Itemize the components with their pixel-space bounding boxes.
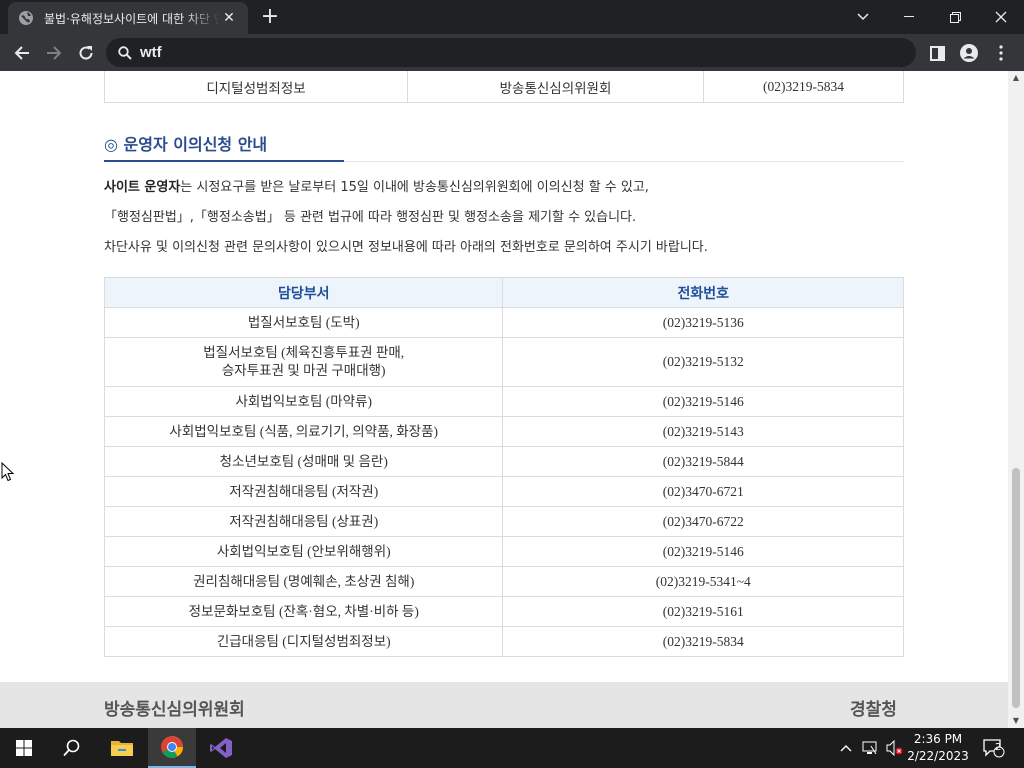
- file-explorer-icon[interactable]: [98, 728, 146, 768]
- windows-start-icon[interactable]: [0, 728, 48, 768]
- top-table-row: 디지털성범죄정보 방송통신심의위원회 (02)3219-5834: [104, 71, 904, 103]
- phone-cell: (02)3219-5146: [502, 536, 904, 567]
- forward-arrow-icon[interactable]: [39, 38, 69, 68]
- table-row: 저작권침해대응팀 (저작권) (02)3470-6721: [103, 476, 904, 507]
- clock-date: 2/22/2023: [907, 749, 969, 763]
- contact-table: 담당부서 전화번호 법질서보호팀 (도박) (02)3219-5136 법질서보…: [103, 277, 904, 657]
- table-row: 사회법익보호팀 (식품, 의료기기, 의약품, 화장품) (02)3219-51…: [103, 416, 904, 447]
- table-row: 긴급대응팀 (디지털성범죄정보) (02)3219-5834: [103, 626, 904, 657]
- dept-cell: 사회법익보호팀 (식품, 의료기기, 의약품, 화장품): [103, 416, 504, 447]
- top-row-agency: 방송통신심의위원회: [408, 71, 704, 102]
- dept-line-1: 법질서보호팀 (체육진흥투표권 판매,: [203, 345, 405, 360]
- top-row-category: 디지털성범죄정보: [105, 71, 408, 102]
- dept-cell: 저작권침해대응팀 (상표권): [103, 506, 504, 537]
- globe-icon: [19, 11, 33, 25]
- header-phone: 전화번호: [502, 277, 904, 308]
- site-operator-label: 사이트 운영자: [104, 180, 181, 195]
- restore-icon[interactable]: [932, 0, 978, 34]
- scroll-up-icon[interactable]: ▲: [1008, 71, 1024, 85]
- visual-studio-icon[interactable]: [197, 728, 245, 768]
- section-title-text: ◎ 운영자 이의신청 안내: [104, 135, 268, 154]
- dept-cell: 청소년보호팀 (성매매 및 음란): [103, 446, 504, 477]
- dept-line-2: 승자투표권 및 마권 구매대행): [221, 363, 386, 378]
- dept-cell: 법질서보호팀 (체육진흥투표권 판매, 승자투표권 및 마권 구매대행): [103, 337, 504, 387]
- window-close-icon[interactable]: [978, 0, 1024, 34]
- phone-cell: (02)3219-5161: [502, 596, 904, 627]
- table-row: 저작권침해대응팀 (상표권) (02)3470-6722: [103, 506, 904, 537]
- notification-count: 2: [995, 742, 1002, 753]
- taskbar-clock[interactable]: 2:36 PM 2/22/2023: [906, 731, 970, 765]
- table-row: 법질서보호팀 (체육진흥투표권 판매, 승자투표권 및 마권 구매대행) (02)…: [103, 337, 904, 387]
- browser-tab[interactable]: 불법·유해정보사이트에 대한 차단 안내 ✕: [8, 2, 248, 34]
- new-tab-button[interactable]: +: [258, 6, 282, 28]
- table-header-row: 담당부서 전화번호: [103, 277, 904, 308]
- minimize-icon[interactable]: [886, 0, 932, 34]
- section-title-underline: [104, 160, 344, 162]
- phone-cell: (02)3219-5844: [502, 446, 904, 477]
- scrollbar-thumb[interactable]: [1012, 468, 1020, 708]
- notification-center-icon[interactable]: 2: [982, 728, 1006, 768]
- network-icon[interactable]: [862, 728, 880, 768]
- footer-agency-right[interactable]: 경찰청: [850, 695, 897, 720]
- footer-agency-left[interactable]: 방송통신심의위원회: [104, 695, 245, 720]
- address-bar[interactable]: [106, 38, 916, 67]
- profile-avatar-icon[interactable]: [954, 38, 984, 68]
- taskbar: 2:36 PM 2/22/2023 2: [0, 728, 1024, 768]
- dept-cell: 권리침해대응팀 (명예훼손, 초상권 침해): [103, 566, 504, 597]
- phone-cell: (02)3219-5341~4: [502, 566, 904, 597]
- menu-kebab-icon[interactable]: [986, 38, 1016, 68]
- phone-cell: (02)3219-5834: [502, 626, 904, 657]
- top-row-phone: (02)3219-5834: [763, 78, 844, 94]
- table-row: 권리침해대응팀 (명예훼손, 초상권 침해) (02)3219-5341~4: [103, 566, 904, 597]
- tab-strip: 불법·유해정보사이트에 대한 차단 안내 ✕ +: [0, 0, 1024, 34]
- dept-cell: 정보문화보호팀 (잔혹·혐오, 차별·비하 등): [103, 596, 504, 627]
- table-row: 정보문화보호팀 (잔혹·혐오, 차별·비하 등) (02)3219-5161: [103, 596, 904, 627]
- taskbar-search-icon[interactable]: [48, 728, 96, 768]
- notice-paragraph-2: 「행정심판법」,「행정소송법」 등 관련 법규에 따라 행정심판 및 행정소송을…: [104, 210, 637, 225]
- notice-paragraph-1-text: 는 시정요구를 받은 날로부터 15일 이내에 방송통신심의위원회에 이의신청 …: [180, 180, 649, 195]
- tab-close-icon[interactable]: ✕: [220, 10, 238, 26]
- phone-cell: (02)3219-5136: [502, 307, 904, 338]
- table-row: 청소년보호팀 (성매매 및 음란) (02)3219-5844: [103, 446, 904, 477]
- header-department: 담당부서: [103, 277, 504, 308]
- section-title: ◎ 운영자 이의신청 안내: [104, 131, 904, 162]
- page-scrollbar[interactable]: ▲ ▼: [1008, 71, 1024, 728]
- notice-paragraph-3: 차단사유 및 이의신청 관련 문의사항이 있으시면 정보내용에 따라 아래의 전…: [104, 240, 708, 255]
- mouse-cursor-icon: [1, 462, 15, 482]
- table-row: 사회법익보호팀 (안보위해행위) (02)3219-5146: [103, 536, 904, 567]
- tray-chevron-up-icon[interactable]: [840, 728, 852, 768]
- phone-cell: (02)3219-5146: [502, 386, 904, 417]
- chrome-taskbar-icon[interactable]: [148, 728, 196, 768]
- tab-search-chevron-icon[interactable]: [840, 0, 886, 34]
- search-icon: [118, 45, 132, 60]
- side-panel-icon[interactable]: [922, 38, 952, 68]
- browser-toolbar: [0, 34, 1024, 71]
- dept-cell: 긴급대응팀 (디지털성범죄정보): [103, 626, 504, 657]
- dept-cell: 사회법익보호팀 (안보위해행위): [103, 536, 504, 567]
- page-footer: 방송통신심의위원회 경찰청: [0, 682, 1008, 728]
- back-arrow-icon[interactable]: [7, 38, 37, 68]
- phone-cell: (02)3219-5132: [502, 337, 904, 387]
- tab-title: 불법·유해정보사이트에 대한 차단 안내: [44, 11, 220, 26]
- page-viewport: 디지털성범죄정보 방송통신심의위원회 (02)3219-5834 ◎ 운영자 이…: [0, 71, 1008, 728]
- address-input[interactable]: [140, 44, 840, 61]
- notice-paragraph-1: 사이트 운영자는 시정요구를 받은 날로부터 15일 이내에 방송통신심의위원회…: [104, 176, 904, 195]
- table-row: 사회법익보호팀 (마약류) (02)3219-5146: [103, 386, 904, 417]
- reload-icon[interactable]: [71, 38, 101, 68]
- phone-cell: (02)3219-5143: [502, 416, 904, 447]
- volume-muted-icon[interactable]: [886, 728, 904, 768]
- table-row: 법질서보호팀 (도박) (02)3219-5136: [103, 307, 904, 338]
- scroll-down-icon[interactable]: ▼: [1008, 714, 1024, 728]
- dept-cell: 법질서보호팀 (도박): [103, 307, 504, 338]
- dept-cell: 저작권침해대응팀 (저작권): [103, 476, 504, 507]
- dept-cell: 사회법익보호팀 (마약류): [103, 386, 504, 417]
- clock-time: 2:36 PM: [913, 732, 963, 746]
- phone-cell: (02)3470-6721: [502, 476, 904, 507]
- phone-cell: (02)3470-6722: [502, 506, 904, 537]
